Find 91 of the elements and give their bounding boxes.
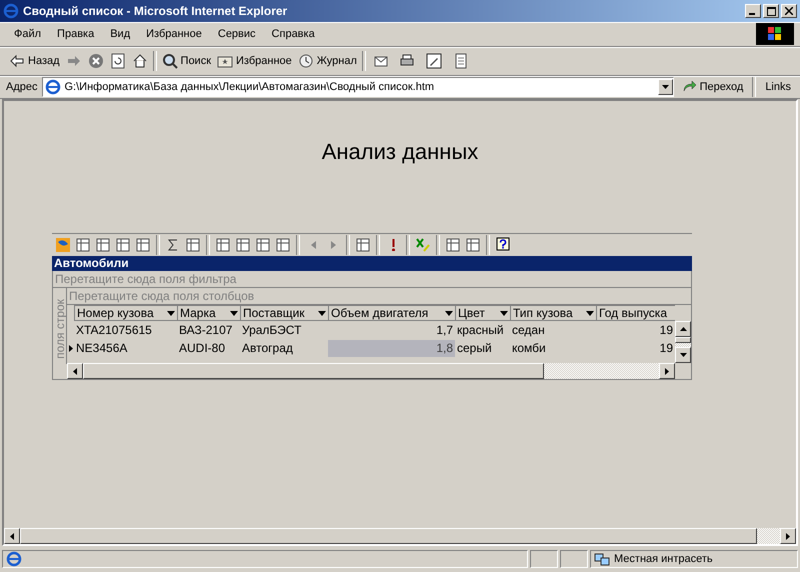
column-header[interactable]: Объем двигателя: [328, 305, 455, 321]
caret-icon: [445, 310, 453, 316]
address-field[interactable]: G:\Информатика\База данных\Лекции\Автомагазин\Сводный список.htm: [42, 77, 674, 97]
stop-icon: [88, 53, 104, 69]
column-header[interactable]: Тип кузова: [510, 305, 596, 321]
dropdown-button[interactable]: [658, 79, 673, 95]
scroll-thumb[interactable]: [675, 337, 691, 343]
column-header[interactable]: Поставщик: [240, 305, 328, 321]
right-arrow-icon: [665, 368, 669, 374]
maximize-button[interactable]: [763, 4, 779, 18]
left-arrow-icon: [73, 368, 77, 374]
table-cell-text: ВАЗ-2107: [178, 322, 234, 338]
grid-button[interactable]: [274, 236, 292, 254]
history-button[interactable]: Журнал: [294, 51, 360, 71]
spreadsheet-icon: [415, 237, 431, 253]
search-button[interactable]: Поиск: [158, 51, 214, 71]
table-cell-text: УралБЭСТ: [241, 322, 302, 338]
caret-icon: [500, 310, 508, 316]
table-cell-text: седан: [511, 322, 546, 338]
refresh-icon: [110, 53, 126, 69]
back-arrow-icon: [9, 53, 25, 69]
table-cell-text: NE3456A: [75, 340, 128, 356]
caret-icon: [167, 310, 175, 316]
page-heading: Анализ данных: [322, 139, 478, 165]
table-cell-text: 19: [658, 340, 674, 356]
clock-icon: [298, 53, 314, 69]
minimize-button[interactable]: [745, 4, 761, 18]
office-logo-button[interactable]: [54, 236, 72, 254]
table-cell-text: комби: [511, 340, 547, 356]
column-header[interactable]: Номер кузова: [74, 305, 177, 321]
left-arrow-icon: [10, 532, 14, 540]
links-button[interactable]: Links: [762, 79, 794, 95]
exclamation-icon: [392, 238, 394, 252]
menu-item[interactable]: Вид: [102, 26, 138, 42]
menu-item[interactable]: Файл: [6, 26, 50, 42]
grid-button[interactable]: [254, 236, 272, 254]
browser-logo-icon: [6, 551, 22, 567]
left-arrow-icon: [310, 241, 316, 249]
status-panel: [530, 550, 558, 568]
menu-item[interactable]: Справка: [264, 26, 323, 42]
network-icon: [594, 551, 610, 567]
office-logo-icon: [55, 237, 71, 253]
zone-label: Местная интрасеть: [614, 553, 713, 565]
grid-icon: [215, 237, 231, 253]
up-arrow-icon: [680, 327, 686, 331]
menu-item[interactable]: Правка: [49, 26, 102, 42]
go-button[interactable]: Переход: [678, 77, 746, 97]
table-cell-text: Автоград: [241, 340, 294, 356]
home-icon: [132, 53, 148, 69]
flag-icon: [768, 27, 782, 41]
grid-button[interactable]: [214, 236, 232, 254]
grid-button[interactable]: [234, 236, 252, 254]
table-cell-text: XTA21075615: [75, 322, 153, 338]
back-button[interactable]: Назад: [6, 51, 63, 71]
magnifier-icon: [162, 53, 178, 69]
table-cell-text: 1,7: [435, 322, 454, 338]
spreadsheet-button[interactable]: [414, 236, 432, 254]
table-cell-text: серый: [456, 340, 493, 356]
status-panel: [560, 550, 588, 568]
menu-item[interactable]: Сервис: [210, 26, 264, 42]
caret-icon: [586, 310, 594, 316]
forward-arrow-icon: [66, 53, 82, 69]
menu-item[interactable]: Избранное: [138, 26, 210, 42]
caret-icon: [662, 85, 669, 89]
help-icon: [495, 237, 511, 253]
caret-icon: [230, 310, 238, 316]
column-header[interactable]: Марка: [177, 305, 240, 321]
address-label: Адрес: [6, 81, 38, 93]
table-cell: 1,8: [328, 340, 455, 356]
browser-logo-icon: [3, 3, 19, 19]
grid-icon: [255, 237, 271, 253]
current-row-marker-icon: [68, 344, 72, 352]
table-cell-text: красный: [456, 322, 505, 338]
right-arrow-icon: [786, 532, 790, 540]
column-header[interactable]: Год выпуска: [596, 305, 675, 321]
close-icon: [785, 7, 793, 15]
down-arrow-icon: [680, 353, 686, 357]
window-title: Сводный список - Microsoft Internet Explorer: [23, 4, 288, 18]
grid-icon: [235, 237, 251, 253]
grid-icon: [275, 237, 291, 253]
maximize-icon: [766, 6, 776, 16]
table-cell-text: AUDI-80: [178, 340, 226, 356]
column-header[interactable]: Цвет: [455, 305, 510, 321]
caret-icon: [318, 310, 326, 316]
scroll-thumb[interactable]: [83, 363, 544, 379]
right-arrow-icon: [330, 241, 336, 249]
favorites-button[interactable]: Избранное: [214, 51, 295, 71]
browser-logo-icon: [44, 79, 60, 95]
close-button[interactable]: [781, 4, 797, 18]
pivot-title: Автомобили: [52, 256, 692, 271]
table-cell-text: 19: [658, 322, 674, 338]
